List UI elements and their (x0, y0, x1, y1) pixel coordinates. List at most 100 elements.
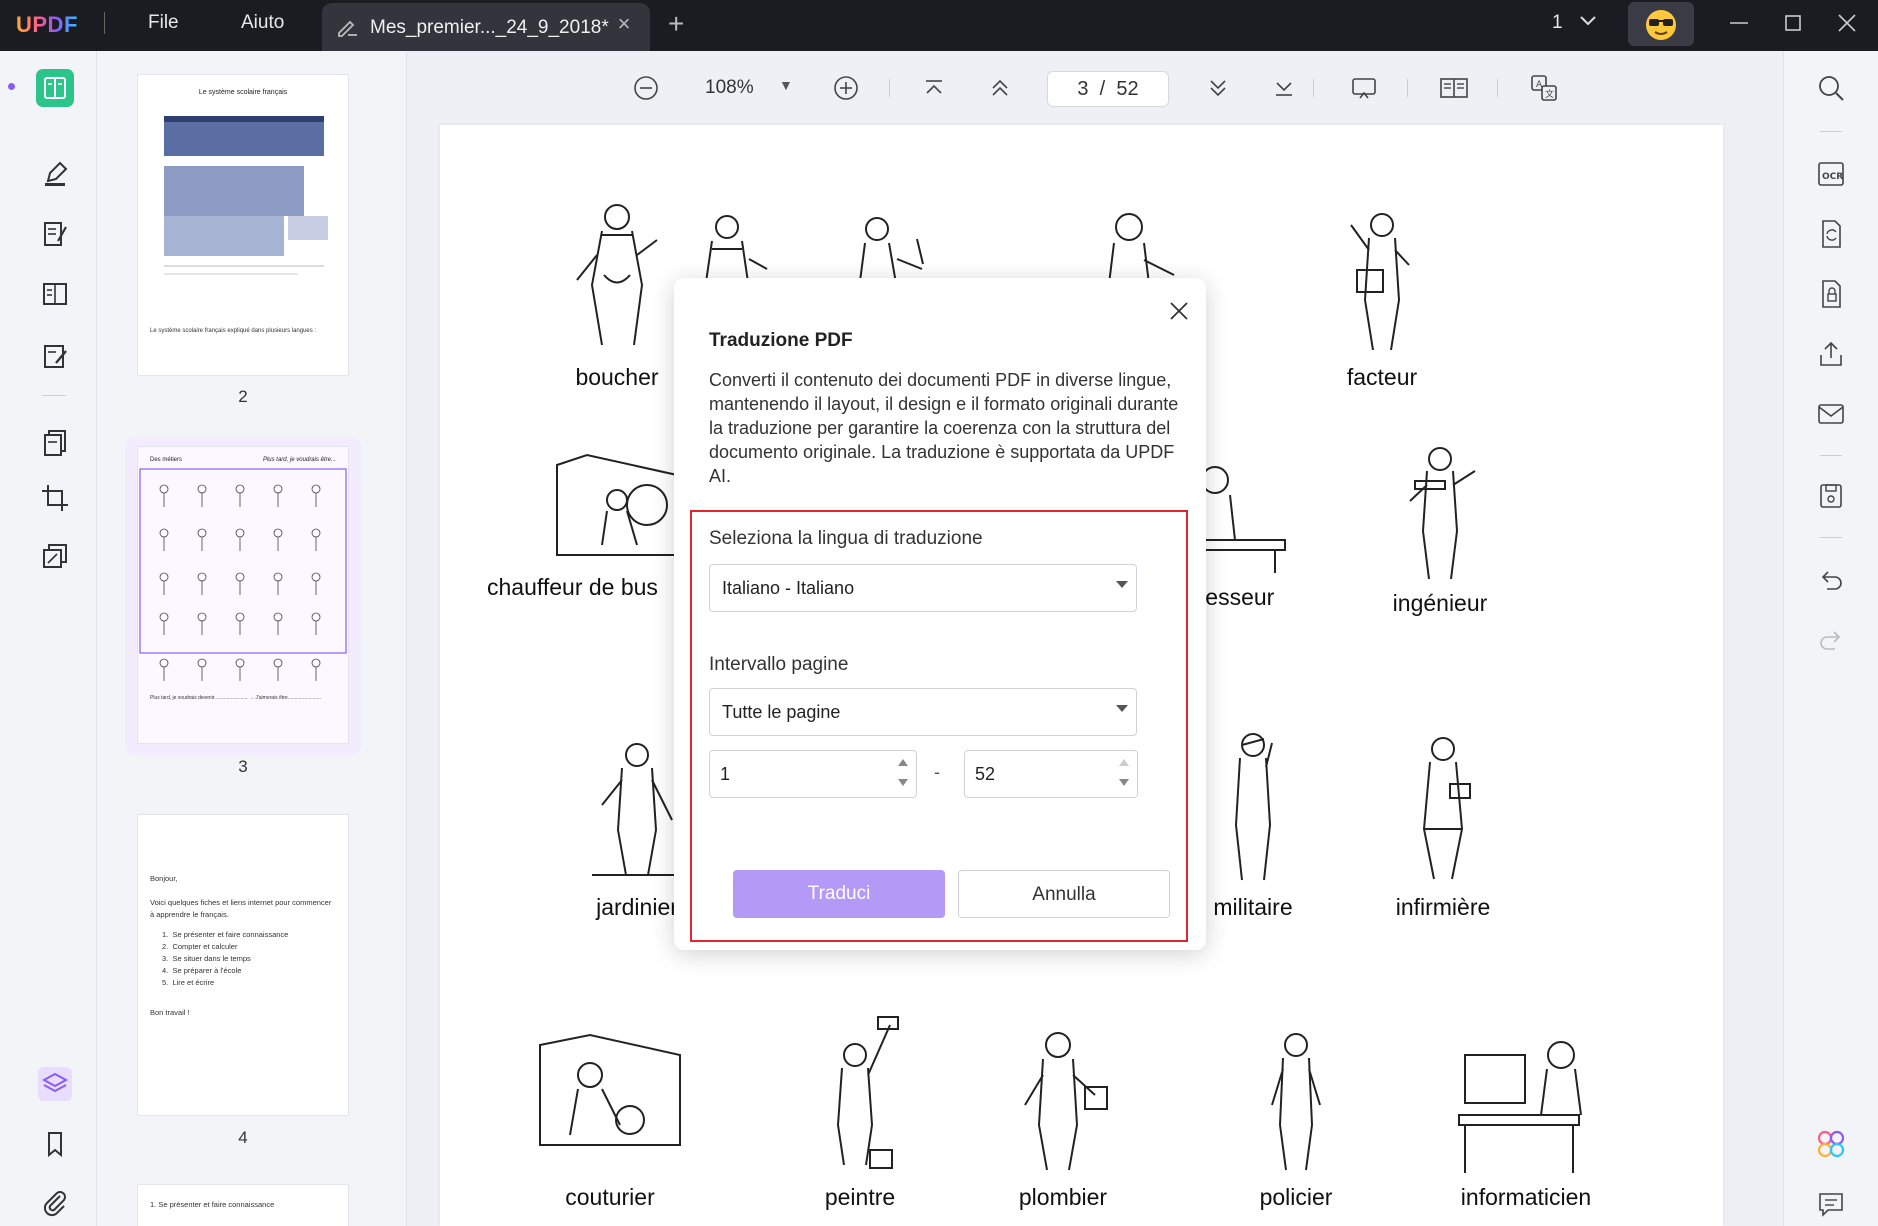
bookmark-tool[interactable] (36, 1125, 74, 1163)
cancel-button[interactable]: Annulla (958, 870, 1170, 918)
police-officer-figure (1271, 1033, 1321, 1171)
close-dialog-icon[interactable] (1164, 296, 1194, 326)
maximize-icon[interactable] (1778, 8, 1808, 38)
zoom-level[interactable]: 108% (705, 77, 754, 99)
comment-icon[interactable] (1814, 1187, 1848, 1221)
updf-logo[interactable]: UPDF (16, 12, 78, 38)
next-page-icon[interactable] (1201, 71, 1235, 105)
rail-divider (42, 395, 66, 396)
menu-file[interactable]: File (148, 12, 179, 34)
edit-pdf-tool[interactable] (36, 215, 74, 253)
from-page-stepper[interactable]: 1 (709, 750, 917, 798)
job-label-policier: policier (1259, 1184, 1333, 1210)
page-range-select[interactable]: Tutte le pagine (709, 688, 1137, 736)
thumbnail-page-2[interactable]: Le système scolaire français Le système … (137, 74, 349, 376)
redo-icon[interactable] (1814, 623, 1848, 657)
engineer-figure (1409, 447, 1476, 580)
plumber-figure (1024, 1032, 1108, 1171)
convert-tool[interactable] (36, 423, 74, 461)
tailor-figure (539, 1033, 681, 1146)
reader-mode-tool[interactable] (36, 69, 74, 107)
organize-pages-tool[interactable] (36, 275, 74, 313)
page-layout-icon[interactable] (1437, 71, 1471, 105)
page-number-input[interactable]: 3 / 52 (1047, 71, 1169, 107)
menu-help[interactable]: Aiuto (241, 12, 284, 34)
close-tab-icon[interactable]: × (612, 11, 636, 37)
range-separator: - (934, 762, 940, 782)
search-icon[interactable] (1814, 71, 1848, 105)
document-tab[interactable]: Mes_premier..._24_9_2018* × (322, 3, 650, 51)
tab-title: Mes_premier..._24_9_2018* (370, 17, 609, 38)
page-range-label: Intervallo pagine (709, 654, 849, 675)
email-icon[interactable] (1814, 397, 1848, 431)
fill-sign-tool[interactable] (36, 337, 74, 375)
save-icon[interactable] (1814, 479, 1848, 513)
job-label-plombier: plombier (1018, 1184, 1108, 1210)
first-page-icon[interactable] (917, 71, 951, 105)
layers-icon (38, 1067, 72, 1101)
share-icon[interactable] (1814, 337, 1848, 371)
form-sign-icon (44, 345, 67, 368)
stepper-up-icon[interactable] (1119, 759, 1129, 766)
rail-divider (1820, 455, 1842, 456)
thumbnail-4-item-text: Se situer dans le temps (172, 954, 251, 963)
minimize-icon[interactable] (1724, 8, 1754, 38)
zoom-dropdown-icon[interactable]: ▼ (779, 77, 793, 93)
rail-divider (1820, 131, 1842, 132)
highlighter-tool[interactable] (36, 155, 74, 193)
thumbnail-5-first-item: 1. Se présenter et faire connaissance (150, 1200, 275, 1209)
job-label-ingenieur: ingénieur (1392, 590, 1488, 616)
postman-figure (1350, 213, 1410, 351)
stepper-down-icon[interactable] (1119, 779, 1129, 786)
window-page-selector[interactable]: 1 (1552, 12, 1598, 34)
presentation-icon[interactable] (1347, 71, 1381, 105)
thumbnail-2-table-graphic (164, 116, 328, 275)
protect-pdf-icon[interactable] (1814, 277, 1848, 311)
job-item: infirmière (1343, 729, 1543, 921)
undo-icon[interactable] (1814, 563, 1848, 597)
protect-tool[interactable] (36, 537, 74, 575)
convert-pdf-icon[interactable] (1814, 217, 1848, 251)
language-select[interactable]: Italiano - Italiano (709, 564, 1137, 612)
zoom-in-icon[interactable] (829, 71, 863, 105)
job-label-couturier: couturier (565, 1184, 655, 1210)
job-item: informaticien (1426, 1025, 1626, 1211)
stepper-up-icon[interactable] (898, 759, 908, 766)
paperclip-icon (43, 1191, 66, 1217)
layers-tool[interactable] (36, 1065, 74, 1103)
zoom-out-icon[interactable] (629, 71, 663, 105)
close-window-icon[interactable] (1832, 8, 1862, 38)
baker-figure (704, 215, 768, 290)
thumbnail-2-link-text: Le système scolaire français expliqué da… (150, 328, 317, 334)
toolbar-separator (1497, 79, 1498, 97)
thumbnail-page-5[interactable]: 1. Se présenter et faire connaissance (137, 1184, 349, 1226)
thumbnail-page-3[interactable]: Des métiers Plus tard, je voudrais être.… (137, 446, 349, 744)
ocr-icon[interactable]: OCR (1814, 157, 1848, 191)
to-page-stepper[interactable]: 52 (964, 750, 1138, 798)
thumbnail-4-item: 2. Compter et calculer (162, 942, 238, 951)
soldier-figure (1234, 733, 1273, 881)
thumbnail-page-4[interactable]: Bonjour, Voici quelques fiches et liens … (137, 814, 349, 1116)
add-tab-icon[interactable]: + (668, 8, 684, 40)
crop-icon (42, 485, 68, 511)
job-item: peintre (760, 1015, 960, 1211)
total-pages: 52 (1116, 78, 1139, 100)
thumbnail-4-item-text: Lire et écrire (172, 978, 215, 987)
main-toolbar: 108% ▼ 3 / 52 A文 (407, 51, 1783, 125)
page-divider: / (1094, 78, 1111, 100)
updf-ai-icon[interactable] (1814, 1127, 1848, 1161)
translate-button[interactable]: Traduci (733, 870, 945, 918)
stepper-down-icon[interactable] (898, 779, 908, 786)
previous-page-icon[interactable] (983, 71, 1017, 105)
cook-figure (858, 217, 924, 290)
user-avatar[interactable] (1628, 2, 1694, 46)
translate-icon[interactable]: A文 (1527, 71, 1561, 105)
crop-tool[interactable] (36, 479, 74, 517)
window-page-number: 1 (1552, 12, 1563, 33)
attachment-tool[interactable] (36, 1183, 74, 1221)
book-reader-icon (44, 77, 66, 99)
last-page-icon[interactable] (1267, 71, 1301, 105)
job-label-infirmiere: infirmière (1395, 894, 1491, 920)
thumbnail-3-header-right: Plus tard, je voudrais être... (262, 457, 336, 463)
thumbnail-3-number: 3 (238, 757, 248, 776)
